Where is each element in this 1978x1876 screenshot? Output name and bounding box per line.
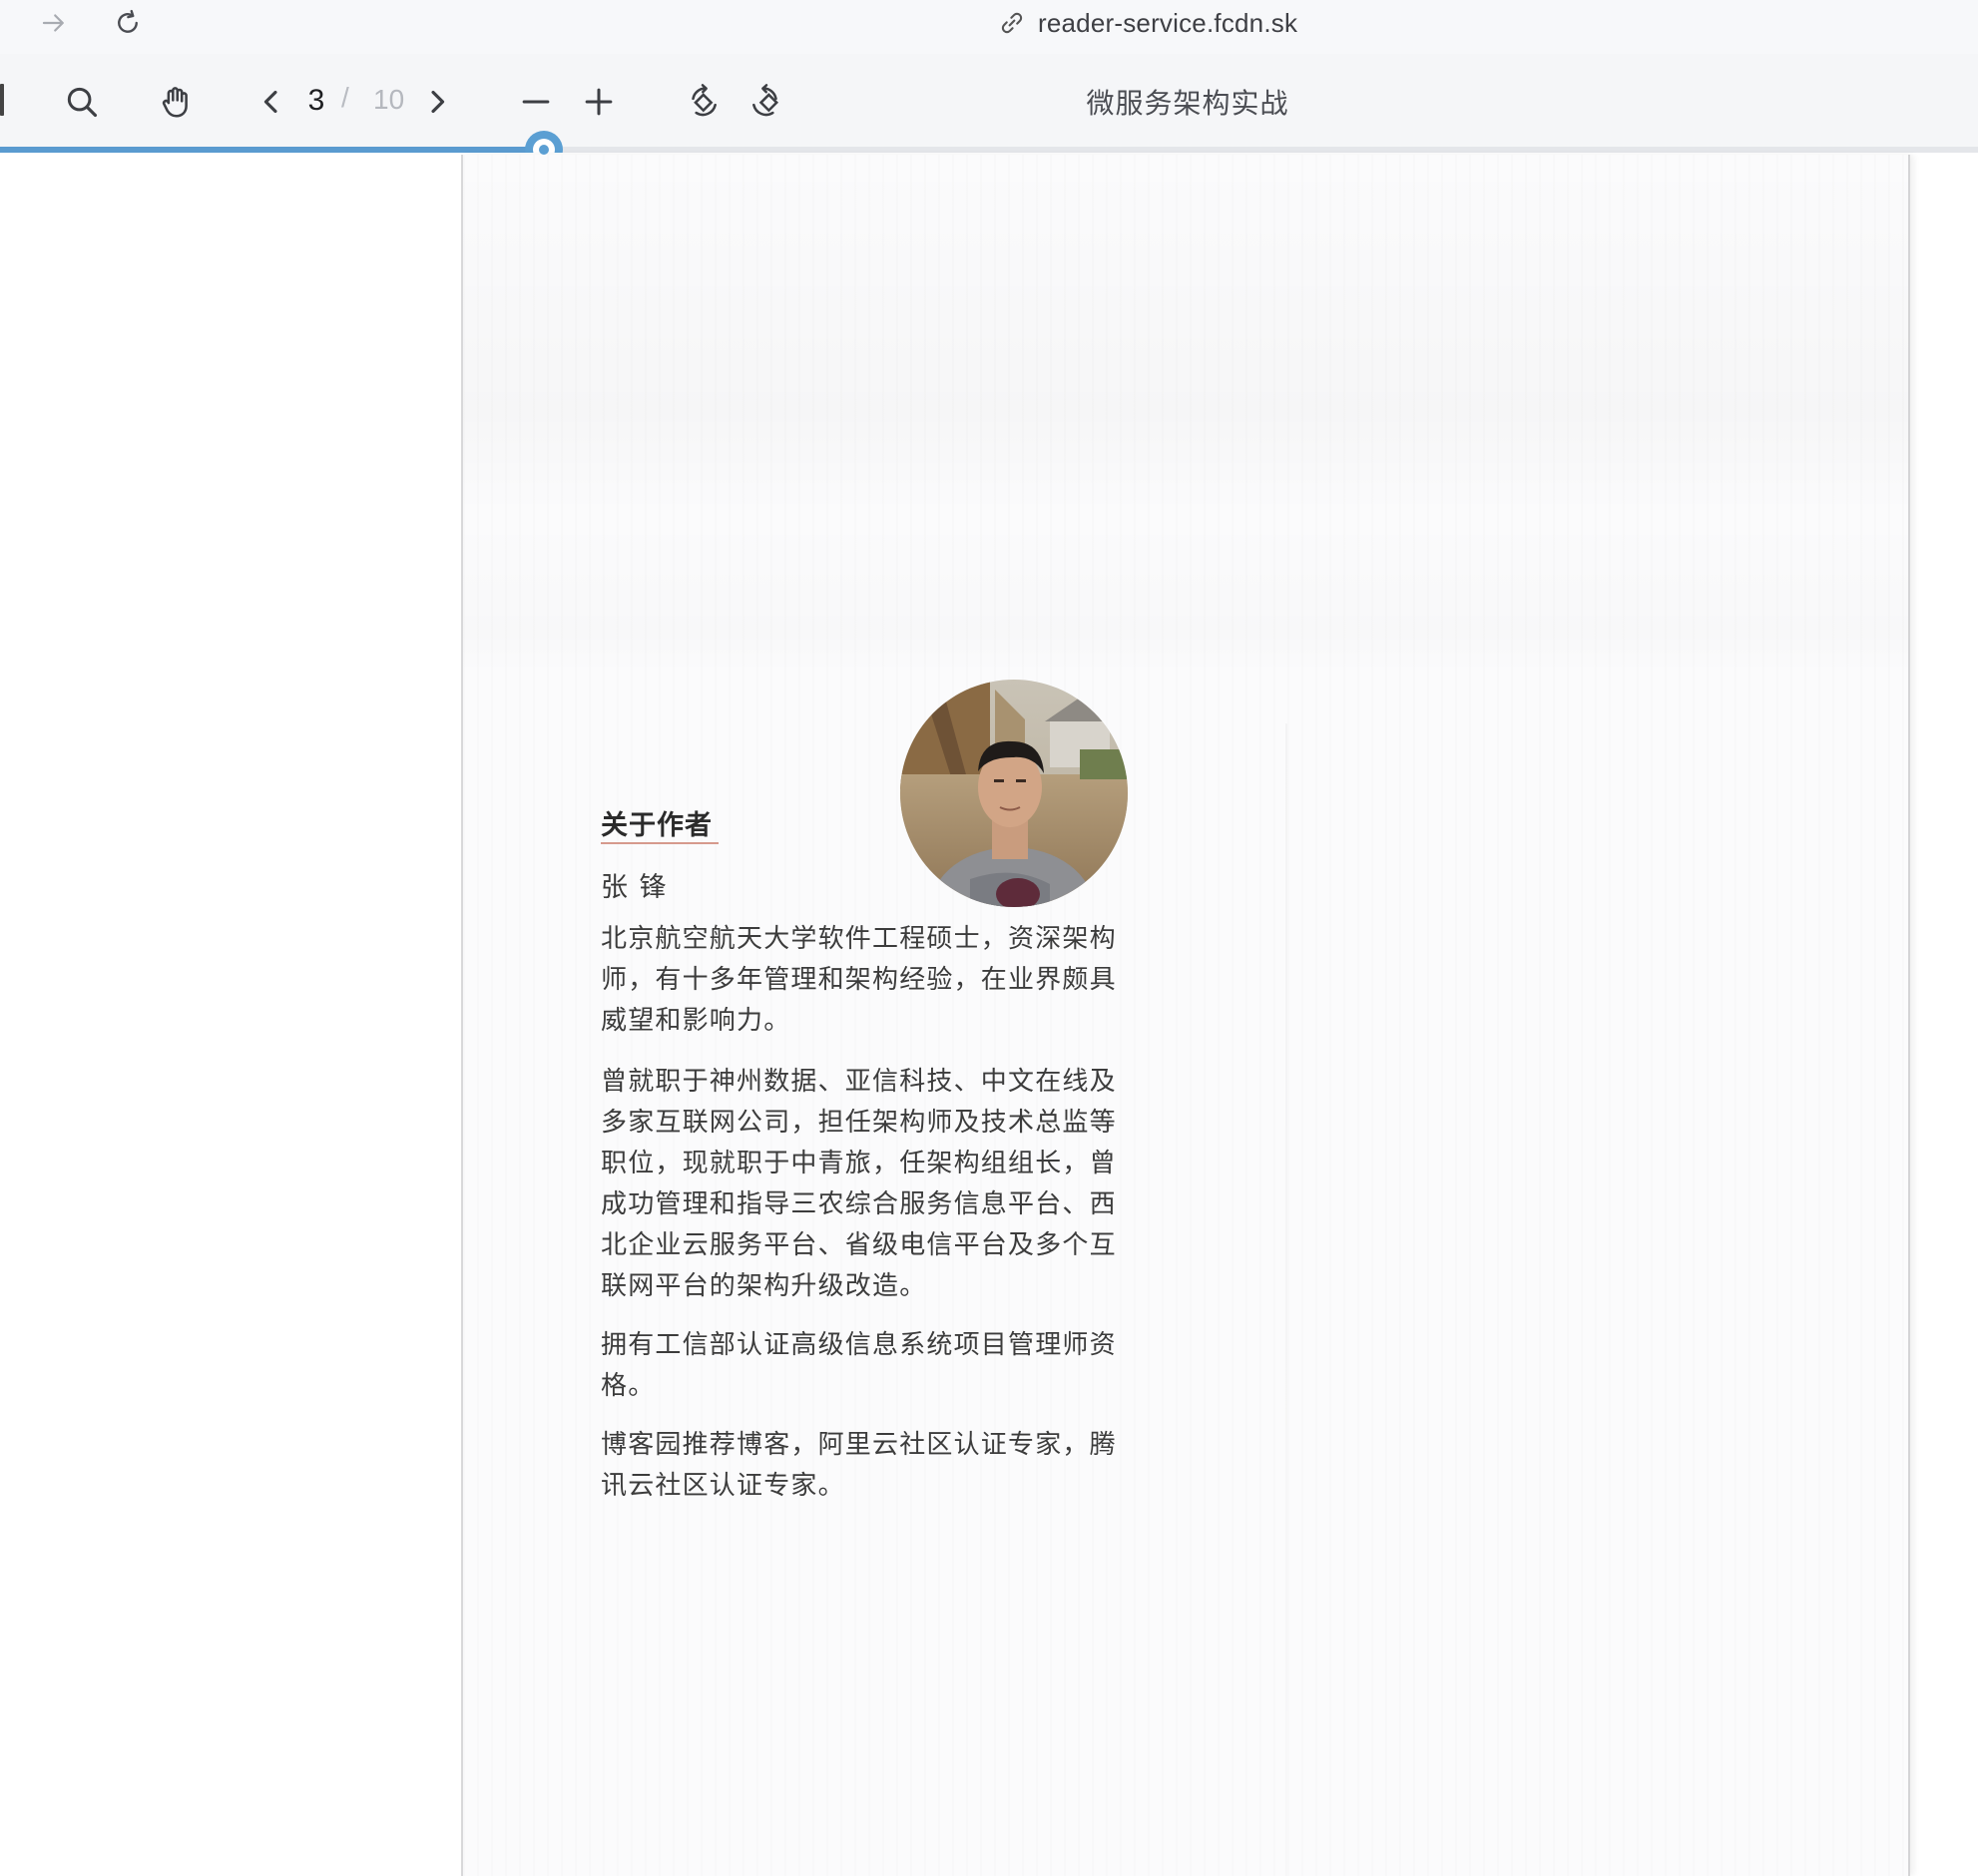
chevron-left-icon [263,90,277,114]
link-icon [1001,12,1023,34]
next-page-button[interactable] [409,74,465,130]
section-heading: 关于作者 [601,810,713,840]
rotate-right-icon [752,84,779,117]
pan-tool-button[interactable] [148,74,204,130]
forward-button[interactable] [34,3,74,43]
author-name: 张 锋 [601,872,669,902]
plus-icon [585,88,613,116]
url-display[interactable]: reader-service.fcdn.sk [998,4,1297,42]
rotate-counterclockwise-button[interactable] [675,74,731,130]
arrow-right-icon [42,14,64,32]
pdf-page: 关于作者 张 锋 北京航空航天大学软件工程硕士，资深架构师，有十多年管理和架构经… [461,155,1910,1876]
bio-paragraph-career: 曾就职于神州数据、亚信科技、中文在线及多家互联网公司，担任架构师及技术总监等职位… [601,1066,1117,1300]
minus-icon [522,100,550,104]
previous-page-button[interactable] [244,74,299,130]
total-pages: 10 [373,84,405,115]
search-button[interactable] [54,74,110,130]
document-title: 微服务架构实战 [1086,88,1289,119]
pdf-toolbar: 3 / 10 微服务架构实战 [0,54,1978,149]
reload-icon [118,9,138,33]
rotate-clockwise-button[interactable] [739,74,794,130]
search-icon [67,87,98,118]
hand-icon [162,87,188,118]
sidebar-toggle-edge[interactable] [0,84,4,116]
author-portrait-image [900,680,1128,907]
document-viewer[interactable]: 关于作者 张 锋 北京航空航天大学软件工程硕士，资深架构师，有十多年管理和架构经… [0,153,1978,1876]
heading-underline [601,842,719,844]
browser-address-bar: reader-service.fcdn.sk [0,0,1978,54]
zoom-in-button[interactable] [571,74,627,130]
rotate-left-icon [692,84,717,117]
zoom-out-button[interactable] [508,74,564,130]
page-fold-line [1285,723,1287,1876]
author-photo [900,680,1128,907]
bio-paragraph-community: 博客园推荐博客，阿里云社区认证专家，腾讯云社区认证专家。 [601,1429,1117,1500]
url-text: reader-service.fcdn.sk [1038,7,1298,38]
bio-paragraph-certification: 拥有工信部认证高级信息系统项目管理师资格。 [601,1329,1117,1400]
current-page-input[interactable]: 3 [299,84,333,118]
page-separator: / [341,82,349,113]
chevron-right-icon [431,90,445,114]
reload-button[interactable] [108,3,148,43]
bio-paragraph-education: 北京航空航天大学软件工程硕士，资深架构师，有十多年管理和架构经验，在业界颇具威望… [601,923,1117,1035]
